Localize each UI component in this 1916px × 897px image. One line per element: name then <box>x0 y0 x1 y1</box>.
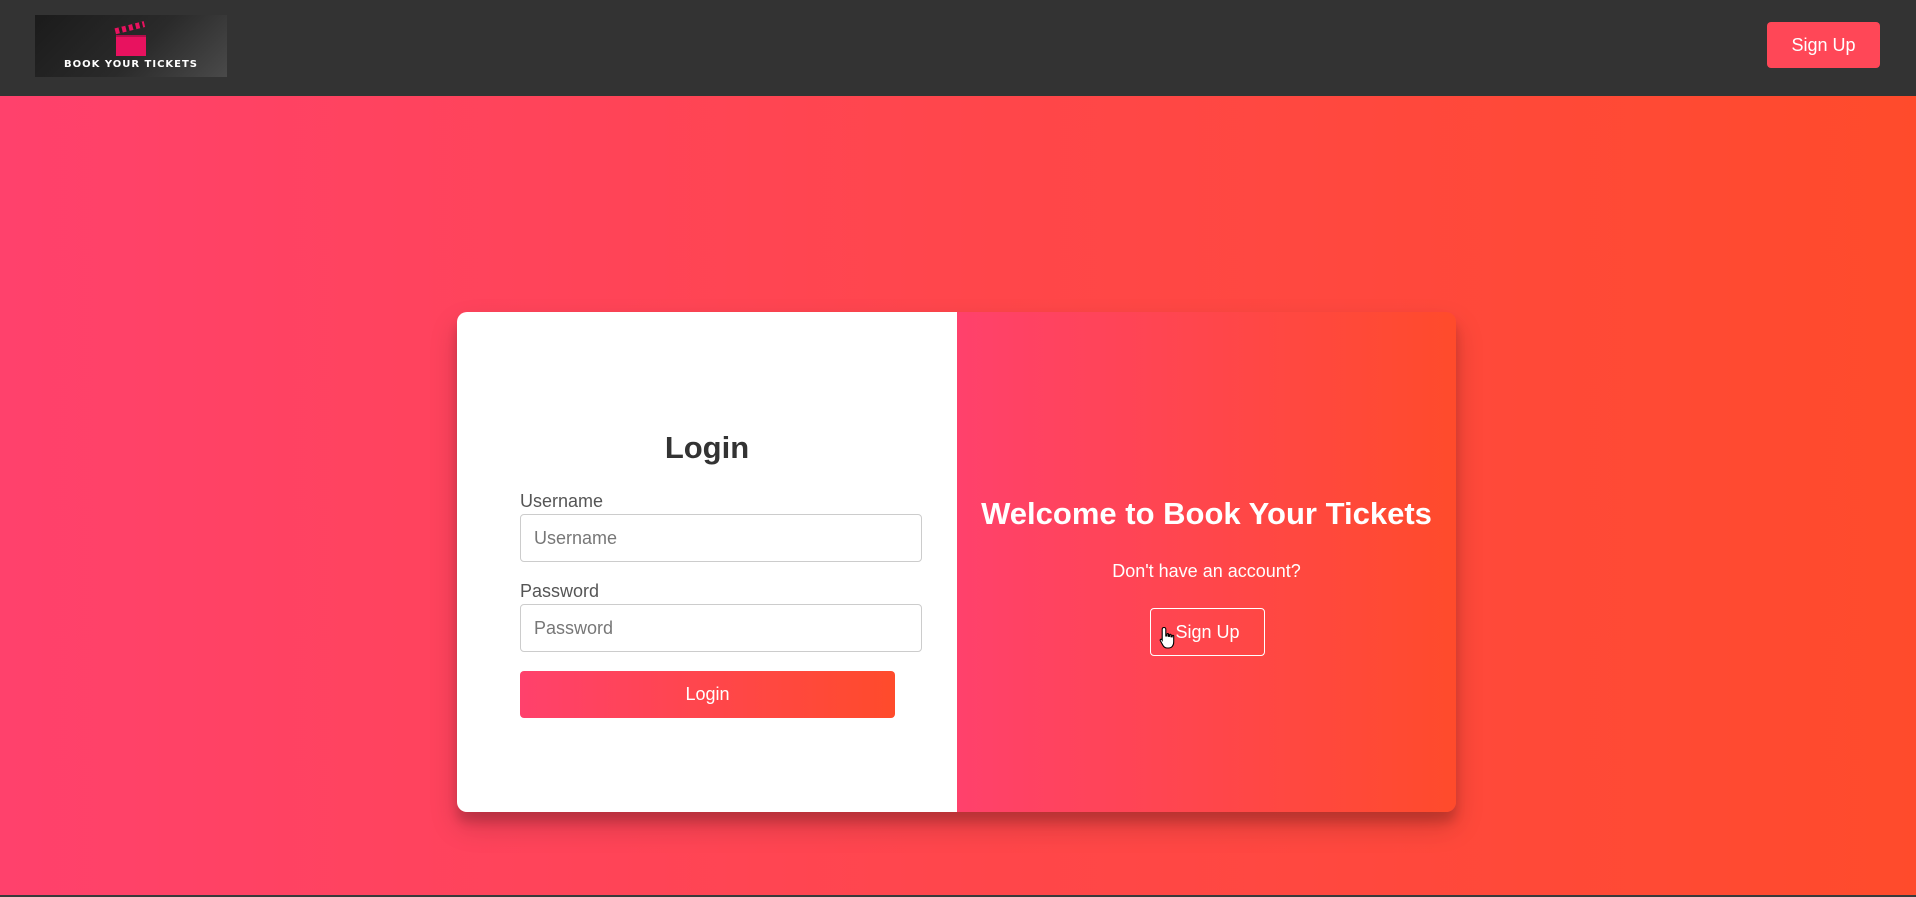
auth-card: Login Username Password Login Welcome to… <box>457 312 1456 812</box>
password-input[interactable] <box>520 604 922 652</box>
hand-pointer-icon <box>1159 626 1175 649</box>
navbar: BOOK YOUR TICKETS Sign Up <box>0 0 1916 96</box>
header-signup-button[interactable]: Sign Up <box>1767 22 1880 68</box>
clapperboard-icon <box>114 21 146 56</box>
welcome-title: Welcome to Book Your Tickets <box>981 496 1432 531</box>
username-label: Username <box>520 491 604 511</box>
welcome-panel: Welcome to Book Your Tickets Don't have … <box>957 312 1456 812</box>
logo-text: BOOK YOUR TICKETS <box>63 59 199 70</box>
login-title: Login <box>664 430 750 465</box>
login-panel: Login Username Password Login <box>457 312 957 812</box>
logo[interactable]: BOOK YOUR TICKETS <box>35 15 227 77</box>
login-button[interactable]: Login <box>520 671 895 718</box>
username-input[interactable] <box>520 514 922 562</box>
password-label: Password <box>520 581 600 601</box>
signup-prompt: Don't have an account? <box>1112 561 1301 581</box>
